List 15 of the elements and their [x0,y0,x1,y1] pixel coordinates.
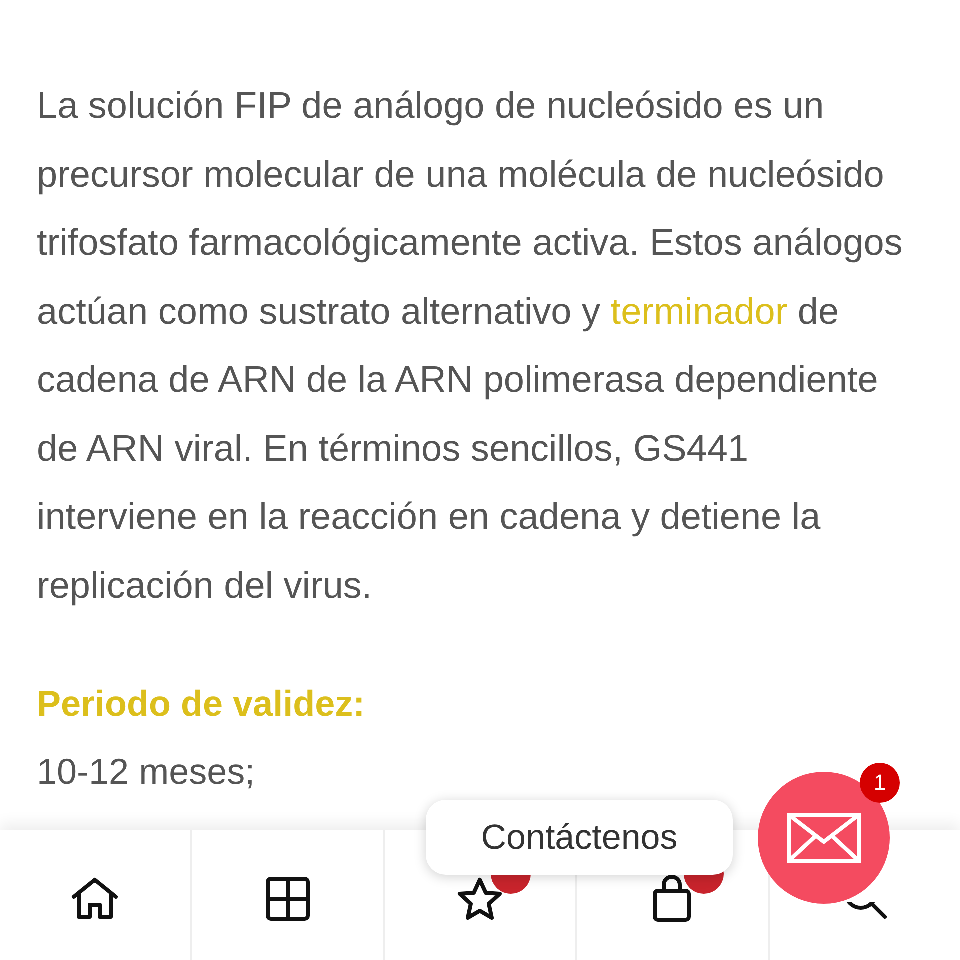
notification-badge: 1 [860,763,900,803]
envelope-icon [786,812,862,864]
validity-value: 10-12 meses; [37,750,256,794]
shopping-bag-icon [652,875,692,923]
home-nav-button[interactable] [70,877,120,921]
contact-tooltip: Contáctenos [426,800,733,875]
wishlist-nav-button[interactable] [457,877,504,921]
terminador-link[interactable]: terminador [610,290,788,332]
description-paragraph: La solución FIP de análogo de nucleósido es un precursor molecular de una molécula de nucleósido trifosfato farmacológicamente activa. Estos análogos actúan como sustrato alternativo y terminador de cadena de ARN de la ARN polimerasa dependiente de ARN viral. En términos sencillos, GS441 interviene en la reacción en cadena y detiene la replicación del virus. [37,84,904,608]
grid-icon [266,877,310,921]
star-icon [457,877,504,921]
cart-nav-button[interactable] [652,875,692,923]
home-icon [70,877,120,921]
validity-heading: Periodo de validez: [37,682,366,726]
categories-nav-button[interactable] [266,877,310,921]
